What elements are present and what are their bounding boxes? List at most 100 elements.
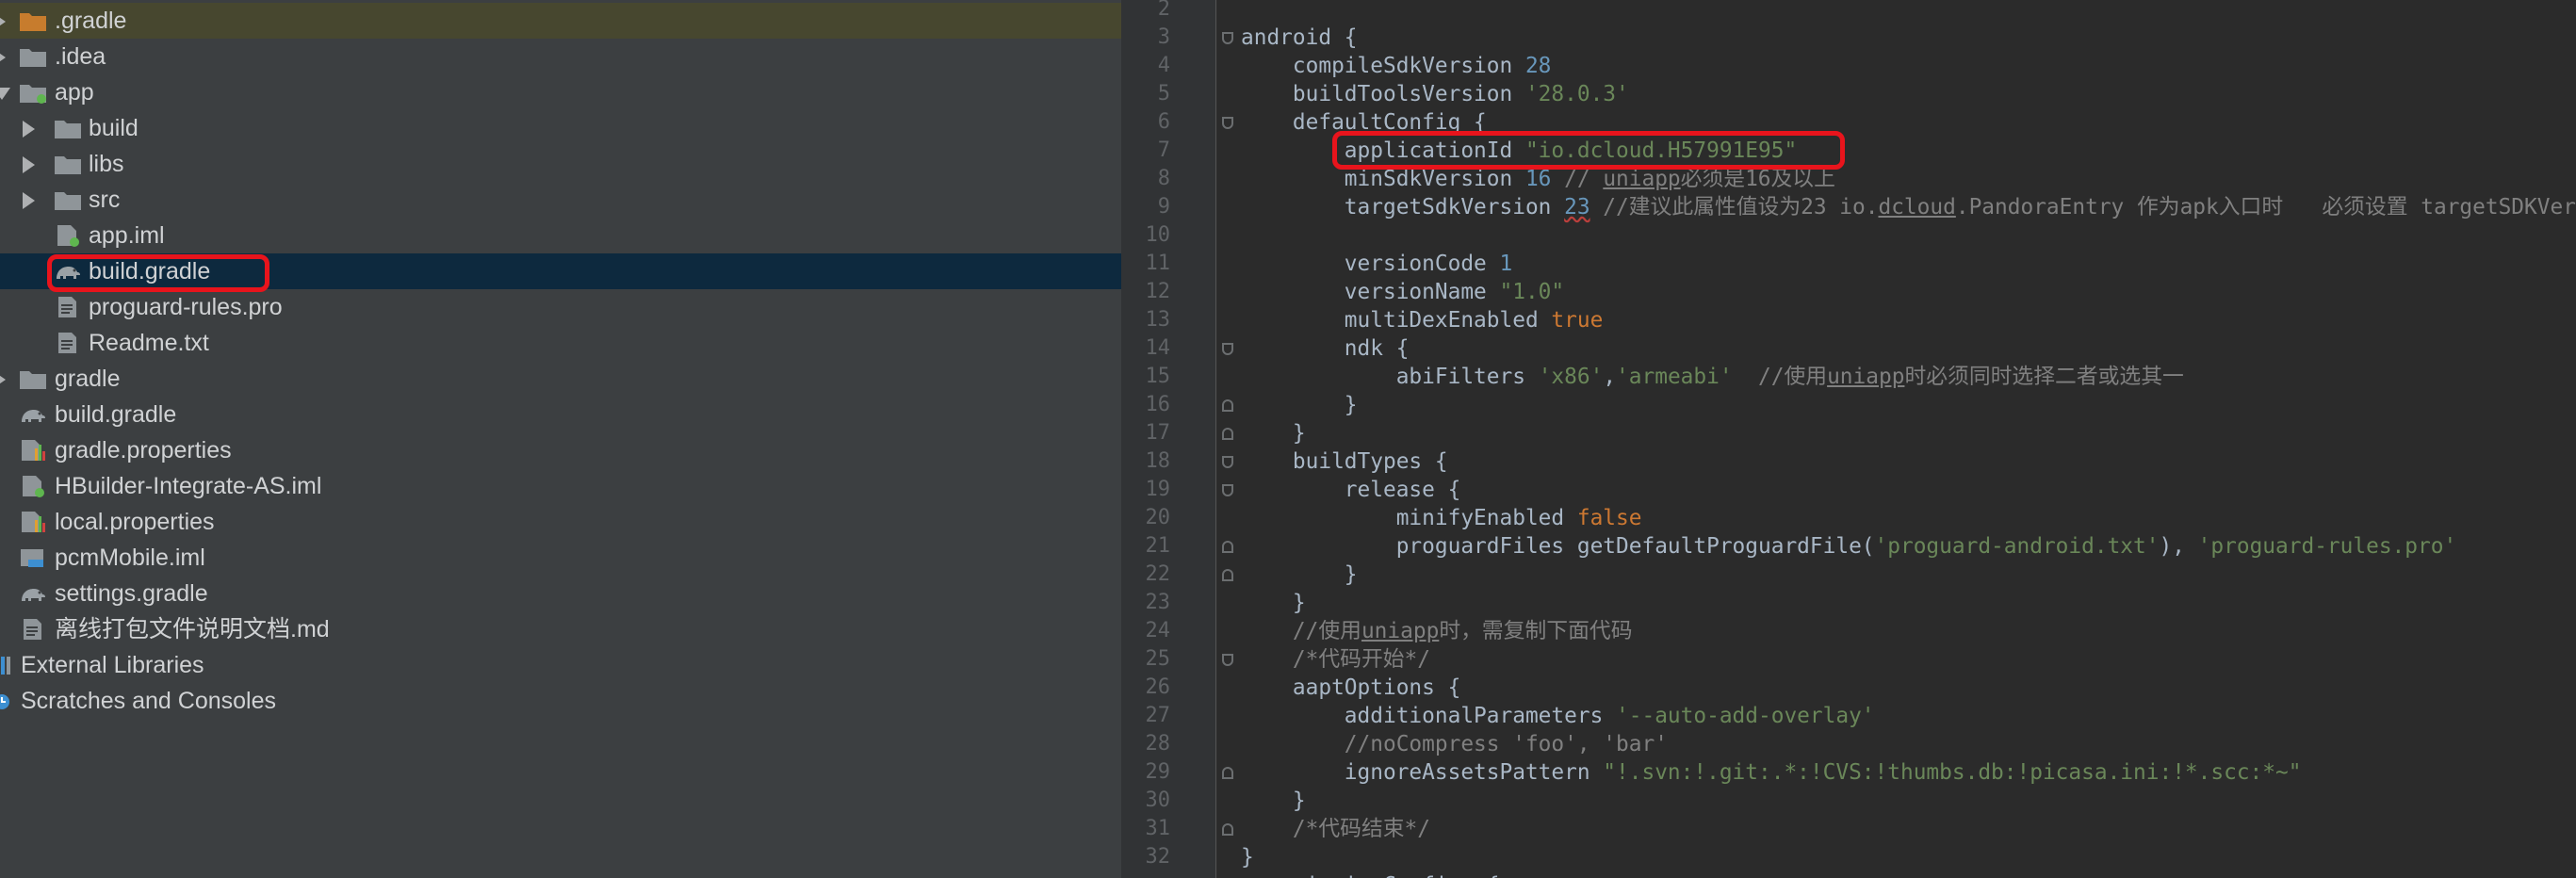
- tree-item-proguard-rules-pro[interactable]: proguard-rules.pro: [0, 289, 1121, 325]
- code-line[interactable]: }: [1241, 589, 1306, 617]
- code-line[interactable]: }: [1241, 419, 1306, 447]
- expand-arrow-right-icon[interactable]: [0, 49, 6, 66]
- code-line[interactable]: additionalParameters '--auto-add-overlay…: [1241, 702, 1875, 730]
- code-token: 必须是16及以上: [1680, 167, 1835, 191]
- code-token: .PandoraEntry 作为apk入口时 必须设置 targetSDKVer…: [1955, 195, 2576, 220]
- code-line[interactable]: buildToolsVersion '28.0.3': [1241, 80, 1629, 108]
- tree-item-label: gradle: [55, 366, 121, 392]
- module-folder-icon: [19, 81, 47, 104]
- code-line[interactable]: buildTypes {: [1241, 447, 1448, 476]
- code-line[interactable]: abiFilters 'x86','armeabi' //使用uniapp时必须…: [1241, 363, 2184, 391]
- code-token: uniapp: [1361, 619, 1440, 643]
- code-token: 1: [1499, 252, 1513, 276]
- tree-item-scratches-and-consoles[interactable]: Scratches and Consoles: [0, 683, 1121, 719]
- code-line[interactable]: aaptOptions {: [1241, 674, 1460, 702]
- tree-item-build[interactable]: build: [0, 110, 1121, 146]
- code-line[interactable]: }: [1241, 787, 1306, 815]
- code-token: "io.dcloud.H57991E95": [1524, 138, 1798, 163]
- expand-arrow-right-icon[interactable]: [23, 121, 35, 138]
- expand-arrow-right-icon[interactable]: [23, 156, 35, 173]
- code-token: ,: [1603, 365, 1617, 389]
- fold-close-icon[interactable]: [1222, 541, 1233, 553]
- tree-item-md[interactable]: 离线打包文件说明文档.md: [0, 611, 1121, 647]
- code-line[interactable]: minifyEnabled false: [1241, 504, 1642, 532]
- fold-close-icon[interactable]: [1222, 399, 1233, 412]
- fold-close-icon[interactable]: [1222, 428, 1233, 440]
- tree-item-local-properties[interactable]: local.properties: [0, 504, 1121, 540]
- tree-item-app[interactable]: app: [0, 74, 1121, 110]
- code-token: 28: [1524, 54, 1552, 78]
- code-line[interactable]: //使用uniapp时，需复制下面代码: [1241, 617, 1633, 645]
- fold-open-icon[interactable]: [1222, 117, 1233, 129]
- code-line[interactable]: release {: [1241, 476, 1461, 504]
- code-editor[interactable]: 2 3 4 5 6 7 8 9 10 11 12 13 14 15 16 17 18 19 20 21 22 23 24 25…: [1121, 0, 2576, 878]
- code-line[interactable]: defaultConfig {: [1241, 108, 1487, 137]
- code-token: aaptOptions {: [1241, 675, 1461, 700]
- line-number: 24: [1145, 619, 1171, 642]
- tree-item-label: proguard-rules.pro: [89, 294, 283, 320]
- tree-item-pcmmobile-iml[interactable]: pcmMobile.iml: [0, 540, 1121, 576]
- line-number: 19: [1145, 478, 1171, 501]
- code-token: release {: [1241, 478, 1461, 502]
- code-token: }: [1241, 789, 1306, 813]
- tree-item-src[interactable]: src: [0, 182, 1121, 218]
- line-number: 13: [1145, 308, 1171, 332]
- tree-item-build-gradle[interactable]: build.gradle: [0, 253, 1121, 289]
- tree-item-libs[interactable]: libs: [0, 146, 1121, 182]
- code-token: ndk {: [1241, 336, 1410, 361]
- tree-item-gradle[interactable]: gradle: [0, 361, 1121, 397]
- expand-arrow-down-icon[interactable]: [0, 88, 10, 100]
- code-token: minSdkVersion: [1241, 167, 1525, 191]
- tree-item-gradle[interactable]: .gradle: [0, 3, 1121, 39]
- code-token: //使用: [1241, 619, 1361, 643]
- code-token: dcloud: [1878, 195, 1956, 220]
- tree-item-label: settings.gradle: [55, 580, 208, 607]
- code-line[interactable]: ignoreAssetsPattern "!.svn:!.git:.*:!CVS…: [1241, 758, 2302, 787]
- code-line[interactable]: android {: [1241, 24, 1358, 52]
- expand-arrow-right-icon[interactable]: [23, 192, 35, 209]
- code-line-partial[interactable]: signingConfigs {: [1241, 871, 1500, 878]
- expand-arrow-right-icon[interactable]: [0, 371, 6, 388]
- code-line[interactable]: ndk {: [1241, 334, 1410, 363]
- fold-close-icon[interactable]: [1222, 767, 1233, 779]
- code-token: false: [1576, 506, 1642, 530]
- expand-arrow-right-icon[interactable]: [0, 13, 6, 30]
- code-line[interactable]: }: [1241, 843, 1254, 871]
- code-token: }: [1241, 393, 1358, 417]
- code-line[interactable]: compileSdkVersion 28: [1241, 52, 1552, 80]
- code-line[interactable]: }: [1241, 561, 1358, 589]
- code-token: uniapp: [1603, 167, 1681, 191]
- code-line[interactable]: applicationId "io.dcloud.H57991E95": [1241, 137, 1797, 165]
- line-number: 16: [1145, 393, 1171, 416]
- tree-item-gradle-properties[interactable]: gradle.properties: [0, 432, 1121, 468]
- code-line[interactable]: /*代码开始*/: [1241, 645, 1430, 674]
- code-line[interactable]: /*代码结束*/: [1241, 815, 1430, 843]
- tree-item-app-iml[interactable]: app.iml: [0, 218, 1121, 253]
- code-line[interactable]: }: [1241, 391, 1358, 419]
- tree-item-hbuilder-integrate-as-iml[interactable]: HBuilder-Integrate-AS.iml: [0, 468, 1121, 504]
- tree-item-build-gradle[interactable]: build.gradle: [0, 397, 1121, 432]
- fold-open-icon[interactable]: [1222, 456, 1233, 468]
- fold-open-icon[interactable]: [1222, 654, 1233, 666]
- fold-open-icon[interactable]: [1222, 32, 1233, 44]
- code-line[interactable]: proguardFiles getDefaultProguardFile('pr…: [1241, 532, 2456, 561]
- tree-item-external-libraries[interactable]: External Libraries: [0, 647, 1121, 683]
- code-line[interactable]: //noCompress 'foo', 'bar': [1241, 730, 1668, 758]
- line-number: 2: [1157, 0, 1170, 21]
- fold-close-icon[interactable]: [1222, 823, 1233, 836]
- code-line[interactable]: versionCode 1: [1241, 250, 1512, 278]
- tree-item-settings-gradle[interactable]: settings.gradle: [0, 576, 1121, 611]
- code-line[interactable]: targetSdkVersion 23 //建议此属性值设为23 io.dclo…: [1241, 193, 2576, 221]
- code-line[interactable]: versionName "1.0": [1241, 278, 1564, 306]
- fold-open-icon[interactable]: [1222, 484, 1233, 496]
- fold-open-icon[interactable]: [1222, 343, 1233, 355]
- fold-close-icon[interactable]: [1222, 569, 1233, 581]
- tree-item-readme-txt[interactable]: Readme.txt: [0, 325, 1121, 361]
- tree-item-label: build.gradle: [89, 258, 211, 285]
- tree-item-idea[interactable]: .idea: [0, 39, 1121, 74]
- code-token: versionCode: [1241, 252, 1500, 276]
- code-token: buildTypes {: [1241, 449, 1448, 474]
- line-number-gutter: 2 3 4 5 6 7 8 9 10 11 12 13 14 15 16 17 18 19 20 21 22 23 24 25…: [1121, 0, 1216, 878]
- code-line[interactable]: multiDexEnabled true: [1241, 306, 1604, 334]
- code-line[interactable]: minSdkVersion 16 // uniapp必须是16及以上: [1241, 165, 1835, 193]
